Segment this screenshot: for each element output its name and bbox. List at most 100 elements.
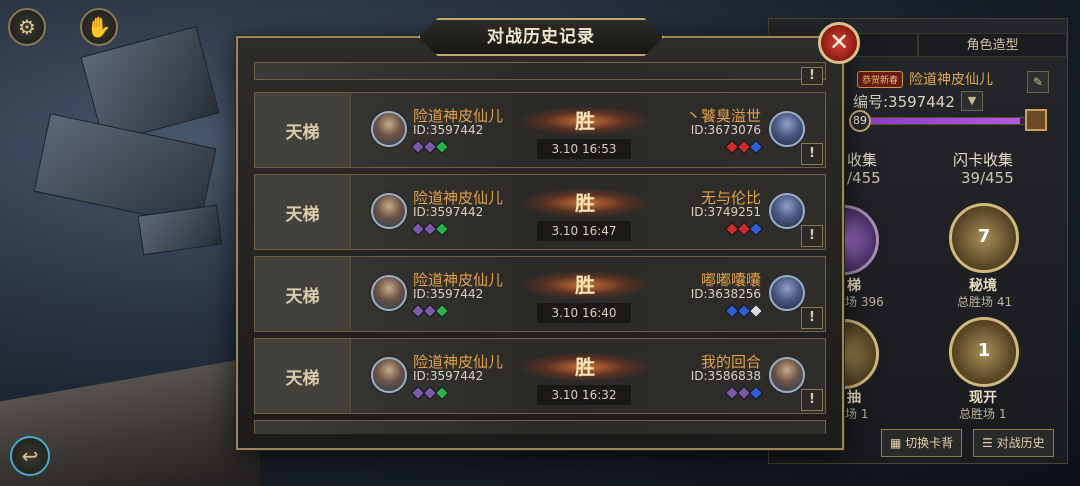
mode-secret-name: 秘境 [969, 278, 997, 294]
opponent-deck-colors [724, 303, 764, 319]
deck-color-gem-icon [434, 385, 450, 401]
match-list[interactable]: ! 天梯 险道神皮仙儿 ID:3597442 胜 3.10 16:53 丶饕臭溢… [254, 62, 826, 434]
mode-sealed-wins: 总胜场 1 [959, 407, 1007, 421]
player-avatar[interactable] [371, 275, 407, 311]
report-button[interactable]: ! [801, 225, 823, 247]
mode-label: 天梯 [285, 286, 320, 307]
match-result: 胜 [575, 355, 595, 379]
report-button[interactable]: ! [801, 143, 823, 165]
player-id: ID:3597442 [413, 287, 484, 301]
secret-realm-emblem-icon[interactable]: 7 [949, 203, 1019, 273]
opponent-id: ID:3638256 [690, 287, 761, 301]
handshake-icon: ✋ [86, 15, 112, 39]
mode-secret-wins: 总胜场 41 [957, 295, 1013, 309]
deck-color-gem-icon [748, 221, 764, 237]
player-deck-colors [410, 139, 450, 155]
opponent-deck-colors [724, 221, 764, 237]
exclamation-icon: ! [809, 392, 815, 407]
pencil-icon: ✎ [1032, 75, 1044, 89]
close-button[interactable]: ✕ [818, 22, 860, 64]
mode-label-box: 天梯 [255, 93, 351, 167]
deck-color-gem-icon [748, 303, 764, 319]
opponent-avatar[interactable] [769, 111, 805, 147]
player-avatar[interactable] [371, 111, 407, 147]
report-button[interactable]: ! [801, 307, 823, 329]
mode-label-box: 天梯 [255, 339, 351, 413]
mode-ladder-wins: 场 396 [845, 295, 884, 309]
mode-draft-wins: 场 1 [845, 407, 869, 421]
back-button[interactable]: ↩ [10, 436, 50, 476]
match-row[interactable]: 天梯 险道神皮仙儿 ID:3597442 胜 3.10 16:47 无与伦比 I… [254, 174, 826, 250]
report-icon[interactable]: ! [801, 67, 823, 85]
mode-label: 天梯 [285, 204, 320, 225]
title-badge: 恭贺新春 [857, 71, 904, 88]
player-avatar[interactable] [371, 193, 407, 229]
modal-title: 对战历史记录 [487, 27, 595, 47]
level-progress-fill [856, 118, 1020, 124]
edit-name-button[interactable]: ✎ [1027, 71, 1049, 93]
mode-sealed-name: 现开 [969, 390, 997, 406]
flash-collect-label: 闪卡收集 [953, 151, 1014, 169]
deck-color-gem-icon [748, 385, 764, 401]
collect-label: 收集 [847, 151, 878, 169]
exclamation-icon: ! [809, 310, 815, 325]
player-deck-colors [410, 221, 450, 237]
opponent-id: ID:3673076 [690, 123, 761, 137]
back-arrow-icon: ↩ [21, 444, 39, 468]
level-progress-bar [855, 117, 1035, 125]
opponent-id: ID:3586838 [690, 369, 761, 383]
tab-character-skin[interactable]: 角色造型 [918, 33, 1067, 57]
opponent-avatar[interactable] [769, 275, 805, 311]
list-item-partial-bottom [254, 420, 826, 434]
mode-label-box: 天梯 [255, 257, 351, 331]
player-id: ID:3597442 [413, 369, 484, 383]
friends-button[interactable]: ✋ [80, 8, 118, 46]
match-row[interactable]: 天梯 险道神皮仙儿 ID:3597442 胜 3.10 16:40 嘟嘟囔囔 I… [254, 256, 826, 332]
switch-card-back-button[interactable]: ▦ 切换卡背 [881, 429, 963, 457]
opponent-id: ID:3749251 [690, 205, 761, 219]
report-button[interactable]: ! [801, 389, 823, 411]
deck-color-gem-icon [434, 139, 450, 155]
chevron-down-icon: ▼ [967, 94, 977, 107]
mode-label-box: 天梯 [255, 175, 351, 249]
opponent-avatar[interactable] [769, 193, 805, 229]
match-row[interactable]: 天梯 险道神皮仙儿 ID:3597442 胜 3.10 16:53 丶饕臭溢世 … [254, 92, 826, 168]
collect-value: /455 [847, 169, 881, 187]
match-time: 3.10 16:47 [537, 221, 631, 241]
mode-label: 天梯 [285, 122, 320, 143]
player-id: ID:3597442 [413, 205, 484, 219]
mode-draft-name: 抽 [847, 390, 861, 406]
match-time: 3.10 16:32 [537, 385, 631, 405]
mode-label: 天梯 [285, 368, 320, 389]
expand-button[interactable]: ▼ [961, 91, 983, 111]
match-result: 胜 [575, 109, 595, 133]
battle-history-button[interactable]: ☰ 对战历史 [973, 429, 1054, 457]
match-result: 胜 [575, 273, 595, 297]
player-deck-colors [410, 303, 450, 319]
mode-ladder-name: 梯 [847, 278, 861, 294]
gear-icon: ⚙ [18, 15, 36, 39]
exclamation-icon: ! [809, 146, 815, 161]
match-time: 3.10 16:53 [537, 139, 631, 159]
sealed-emblem-icon[interactable]: 1 [949, 317, 1019, 387]
settings-button[interactable]: ⚙ [8, 8, 46, 46]
match-row[interactable]: 天梯 险道神皮仙儿 ID:3597442 胜 3.10 16:32 我的回合 I… [254, 338, 826, 414]
opponent-avatar[interactable] [769, 357, 805, 393]
deck-color-gem-icon [434, 303, 450, 319]
list-icon: ☰ [982, 436, 997, 450]
flash-collect-value: 39/455 [961, 169, 1014, 187]
player-deck-colors [410, 385, 450, 401]
profile-number: 编号:3597442 [853, 93, 955, 111]
match-time: 3.10 16:40 [537, 303, 631, 323]
player-avatar[interactable] [371, 357, 407, 393]
deck-color-gem-icon [434, 221, 450, 237]
profile-name: 险道神皮仙儿 [909, 72, 993, 88]
opponent-deck-colors [724, 385, 764, 401]
close-x-icon: ✕ [828, 28, 850, 56]
list-item-partial-top: ! [254, 62, 826, 85]
level-badge: 89 [849, 110, 871, 132]
player-id: ID:3597442 [413, 123, 484, 137]
match-result: 胜 [575, 191, 595, 215]
cards-icon: ▦ [890, 436, 906, 450]
chest-icon[interactable] [1025, 109, 1047, 131]
